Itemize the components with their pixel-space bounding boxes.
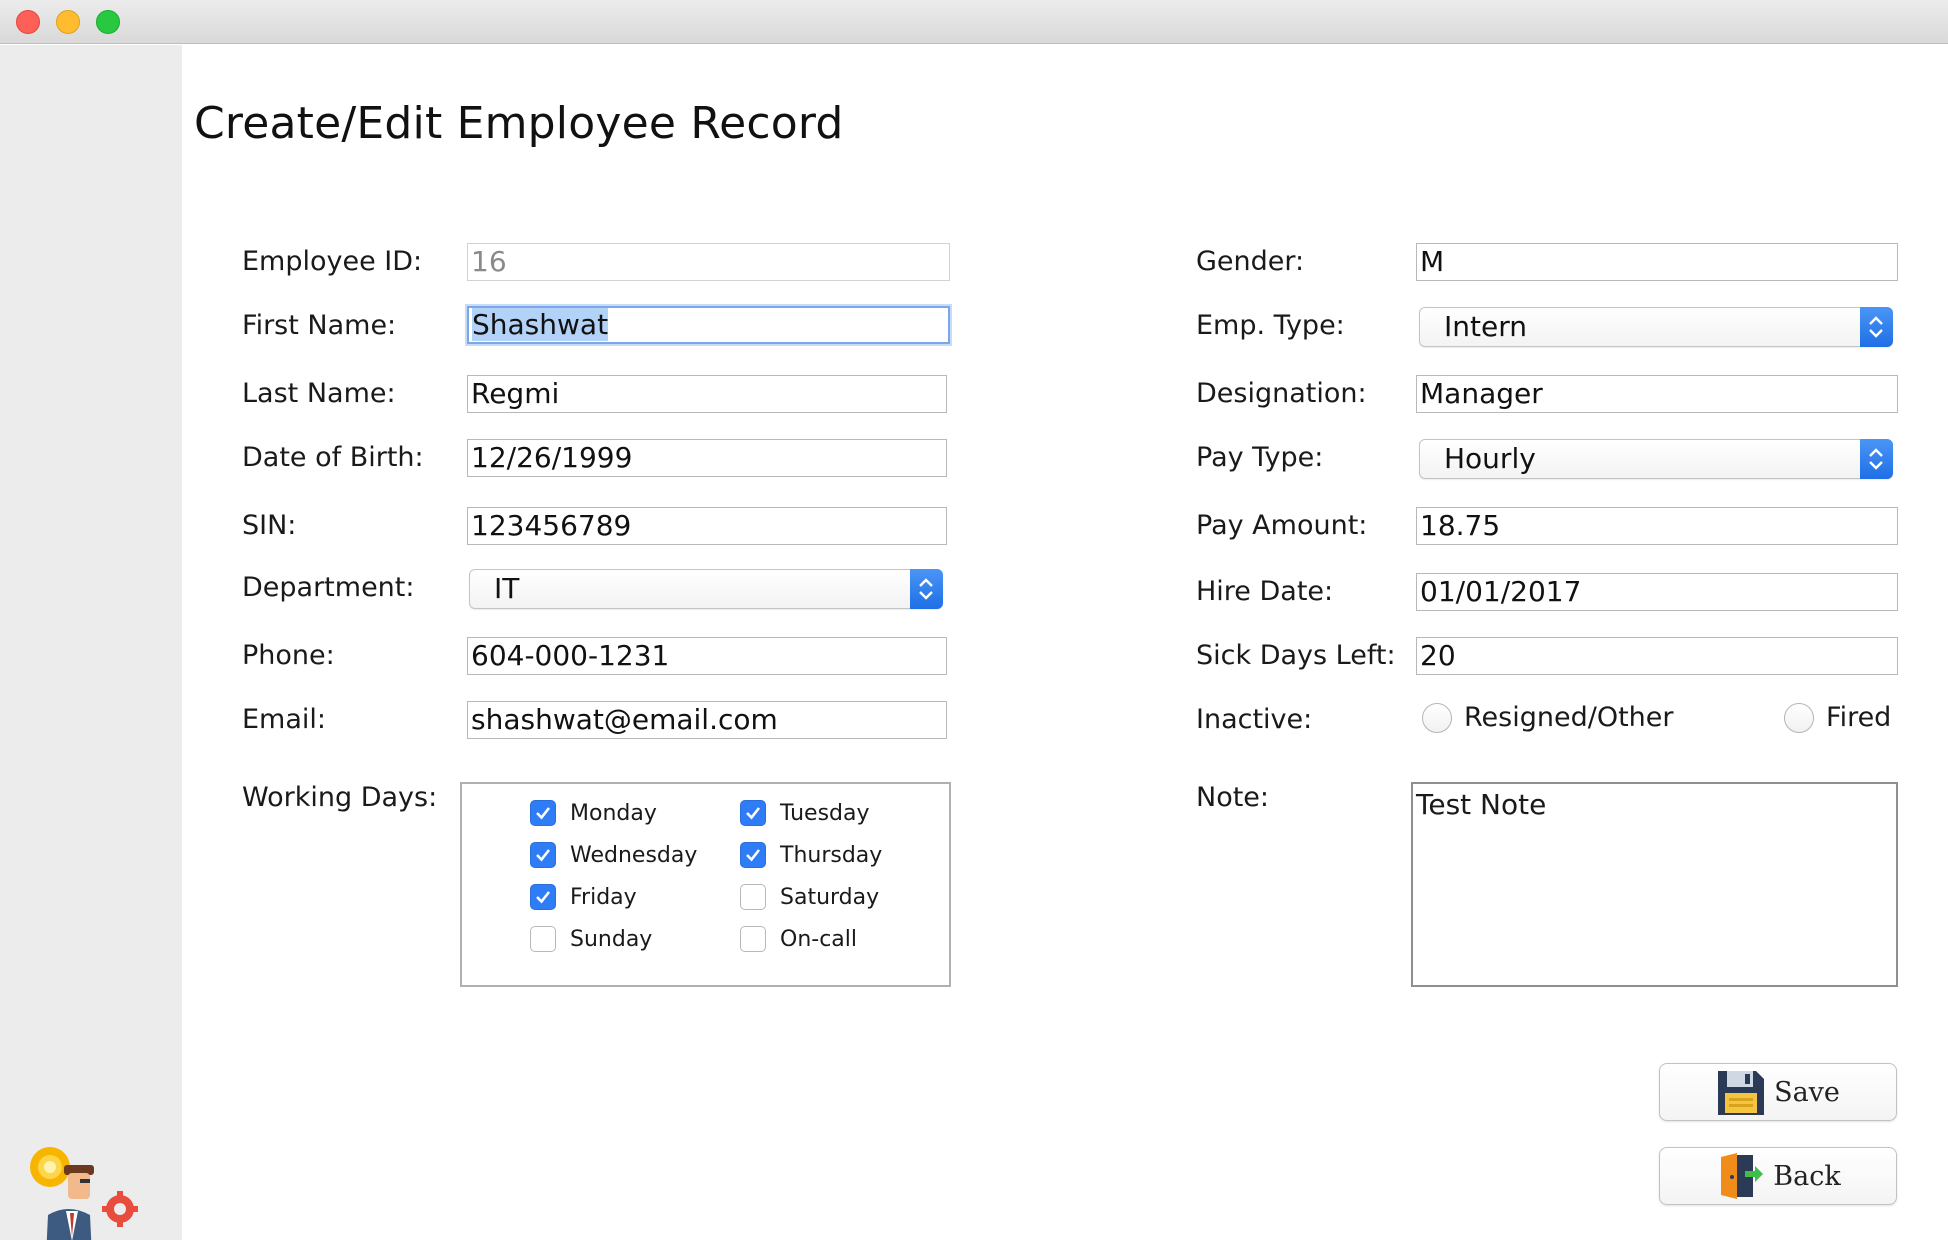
- pay-type-value: Hourly: [1444, 442, 1536, 475]
- checkbox-monday-label: Monday: [570, 800, 657, 826]
- checkbox-saturday-label: Saturday: [780, 884, 880, 910]
- checkbox-monday[interactable]: Monday: [530, 800, 657, 826]
- back-button-label: Back: [1773, 1160, 1841, 1192]
- sidebar: [0, 45, 182, 1240]
- phone-label: Phone:: [242, 640, 335, 671]
- exit-door-icon: [1721, 1153, 1764, 1199]
- note-label: Note:: [1196, 782, 1270, 813]
- checkbox-friday-box[interactable]: [530, 884, 556, 910]
- emp-type-select[interactable]: Intern: [1419, 307, 1893, 347]
- checkbox-friday[interactable]: Friday: [530, 884, 637, 910]
- sick-days-field[interactable]: 20: [1416, 637, 1898, 675]
- inactive-label: Inactive:: [1196, 704, 1313, 735]
- close-window-button[interactable]: [16, 10, 40, 34]
- checkbox-tuesday-label: Tuesday: [780, 800, 870, 826]
- first-name-label: First Name:: [242, 310, 397, 341]
- sick-days-label: Sick Days Left:: [1196, 640, 1396, 671]
- save-button-label: Save: [1774, 1076, 1840, 1108]
- department-value: IT: [494, 572, 520, 605]
- back-button[interactable]: Back: [1659, 1147, 1897, 1205]
- working-days-group: Monday Tuesday Wednesday Thursday Friday…: [460, 782, 951, 987]
- department-select[interactable]: IT: [469, 569, 943, 609]
- checkbox-wednesday[interactable]: Wednesday: [530, 842, 697, 868]
- sin-label: SIN:: [242, 510, 297, 541]
- radio-resigned-other[interactable]: Resigned/Other: [1422, 702, 1674, 733]
- checkbox-friday-label: Friday: [570, 884, 637, 910]
- working-days-label: Working Days:: [242, 782, 438, 813]
- email-label: Email:: [242, 704, 327, 735]
- checkbox-on-call-label: On-call: [780, 926, 857, 952]
- checkbox-tuesday[interactable]: Tuesday: [740, 800, 870, 826]
- checkbox-saturday-box[interactable]: [740, 884, 766, 910]
- first-name-field[interactable]: Shashwat: [467, 306, 950, 344]
- phone-field[interactable]: 604-000-1231: [467, 637, 947, 675]
- note-textarea[interactable]: Test Note: [1411, 782, 1898, 987]
- emp-type-select-arrows-icon: [1860, 307, 1893, 347]
- checkbox-sunday[interactable]: Sunday: [530, 926, 652, 952]
- last-name-field[interactable]: Regmi: [467, 375, 947, 413]
- pay-amount-label: Pay Amount:: [1196, 510, 1368, 541]
- checkbox-sunday-label: Sunday: [570, 926, 653, 952]
- email-field[interactable]: shashwat@email.com: [467, 701, 947, 739]
- employee-id-label: Employee ID:: [242, 246, 423, 277]
- employee-id-field[interactable]: 16: [467, 243, 950, 281]
- department-select-arrows-icon: [910, 569, 943, 609]
- checkbox-thursday-label: Thursday: [780, 842, 883, 868]
- first-name-value: Shashwat: [472, 308, 609, 341]
- hire-date-field[interactable]: 01/01/2017: [1416, 573, 1898, 611]
- minimize-window-button[interactable]: [56, 10, 80, 34]
- checkbox-on-call-box[interactable]: [740, 926, 766, 952]
- radio-resigned-other-button[interactable]: [1422, 702, 1452, 733]
- date-of-birth-field[interactable]: 12/26/1999: [467, 439, 947, 477]
- designation-label: Designation:: [1196, 378, 1367, 409]
- page-title: Create/Edit Employee Record: [194, 98, 844, 149]
- hire-date-label: Hire Date:: [1196, 576, 1334, 607]
- checkbox-tuesday-box[interactable]: [740, 800, 766, 826]
- emp-type-label: Emp. Type:: [1196, 310, 1345, 341]
- save-button[interactable]: Save: [1659, 1063, 1897, 1121]
- employee-mascot-icon: [30, 1147, 138, 1240]
- checkbox-on-call[interactable]: On-call: [740, 926, 857, 952]
- radio-fired-label: Fired: [1826, 702, 1892, 733]
- designation-field[interactable]: Manager: [1416, 375, 1898, 413]
- pay-type-label: Pay Type:: [1196, 442, 1324, 473]
- radio-resigned-other-label: Resigned/Other: [1464, 702, 1674, 733]
- checkbox-wednesday-label: Wednesday: [570, 842, 698, 868]
- sin-field[interactable]: 123456789: [467, 507, 947, 545]
- maximize-window-button[interactable]: [96, 10, 120, 34]
- checkbox-wednesday-box[interactable]: [530, 842, 556, 868]
- checkbox-monday-box[interactable]: [530, 800, 556, 826]
- last-name-label: Last Name:: [242, 378, 396, 409]
- emp-type-value: Intern: [1444, 310, 1527, 343]
- checkbox-saturday[interactable]: Saturday: [740, 884, 879, 910]
- pay-amount-field[interactable]: 18.75: [1416, 507, 1898, 545]
- checkbox-thursday[interactable]: Thursday: [740, 842, 882, 868]
- radio-fired[interactable]: Fired: [1784, 702, 1891, 733]
- window-title-bar: [0, 0, 1948, 44]
- gender-label: Gender:: [1196, 246, 1305, 277]
- checkbox-sunday-box[interactable]: [530, 926, 556, 952]
- pay-type-select-arrows-icon: [1860, 439, 1893, 479]
- date-of-birth-label: Date of Birth:: [242, 442, 424, 473]
- radio-fired-button[interactable]: [1784, 702, 1814, 733]
- checkbox-thursday-box[interactable]: [740, 842, 766, 868]
- gender-field[interactable]: M: [1416, 243, 1898, 281]
- floppy-disk-icon: [1718, 1071, 1765, 1115]
- department-label: Department:: [242, 572, 415, 603]
- pay-type-select[interactable]: Hourly: [1419, 439, 1893, 479]
